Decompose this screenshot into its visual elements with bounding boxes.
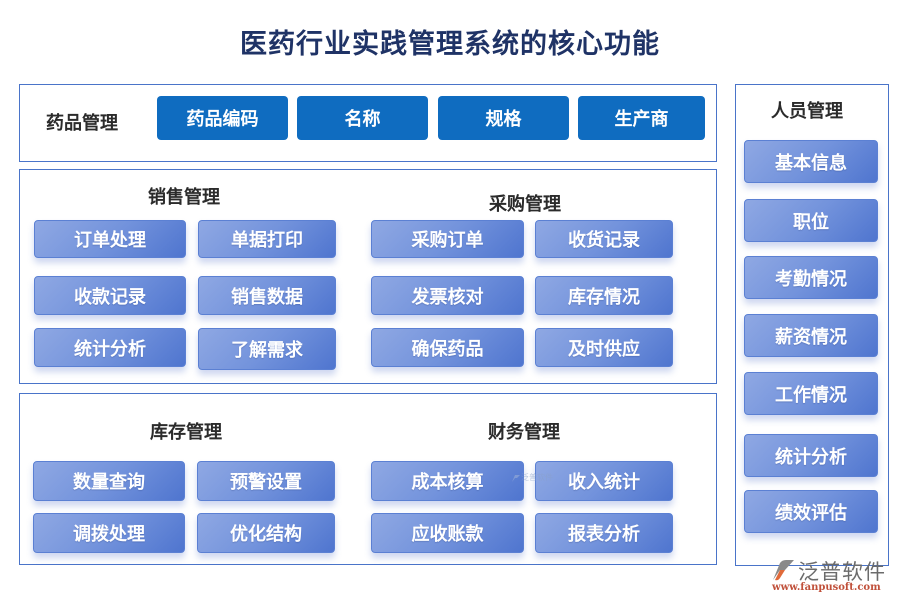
inventory-optimize-structure-button[interactable]: 优化结构 (197, 513, 335, 553)
inventory-quantity-query-button[interactable]: 数量查询 (33, 461, 185, 501)
finance-management-heading: 财务管理 (488, 422, 560, 443)
hr-attendance-button[interactable]: 考勤情况 (744, 256, 878, 299)
purchase-ensure-drugs-button[interactable]: 确保药品 (371, 328, 524, 367)
sales-document-print-button[interactable]: 单据打印 (198, 220, 336, 258)
page-title: 医药行业实践管理系统的核心功能 (240, 29, 660, 60)
sales-management-heading: 销售管理 (148, 187, 220, 208)
inventory-transfer-button[interactable]: 调拨处理 (33, 513, 185, 553)
hr-performance-button[interactable]: 绩效评估 (744, 490, 878, 533)
hr-basic-info-button[interactable]: 基本信息 (744, 140, 878, 183)
inventory-management-heading: 库存管理 (150, 422, 222, 443)
purchase-management-heading: 采购管理 (489, 194, 561, 215)
drug-management-heading: 药品管理 (46, 113, 118, 134)
purchase-timely-supply-button[interactable]: 及时供应 (535, 328, 673, 367)
inventory-alert-settings-button[interactable]: 预警设置 (197, 461, 335, 501)
sales-data-button[interactable]: 销售数据 (198, 276, 336, 315)
finance-cost-accounting-button[interactable]: 成本核算 (371, 461, 524, 501)
purchase-stock-status-button[interactable]: 库存情况 (535, 276, 673, 315)
hr-salary-button[interactable]: 薪资情况 (744, 314, 878, 357)
purchase-invoice-check-button[interactable]: 发票核对 (371, 276, 524, 315)
drug-spec-button[interactable]: 规格 (438, 96, 569, 140)
hr-position-button[interactable]: 职位 (744, 199, 878, 242)
inventory-finance-panel: 库存管理 数量查询 预警设置 调拨处理 优化结构 财务管理 成本核算 收入统计 … (19, 393, 717, 565)
drug-management-panel: 药品管理 药品编码 名称 规格 生产商 (19, 84, 717, 162)
fanpu-logo-icon (773, 560, 794, 581)
hr-statistics-button[interactable]: 统计分析 (744, 434, 878, 477)
drug-name-button[interactable]: 名称 (297, 96, 428, 140)
sales-understand-demand-button[interactable]: 了解需求 (198, 328, 336, 370)
hr-work-status-button[interactable]: 工作情况 (744, 372, 878, 415)
drug-manufacturer-button[interactable]: 生产商 (578, 96, 705, 140)
hr-management-panel: 人员管理 基本信息 职位 考勤情况 薪资情况 工作情况 统计分析 绩效评估 (735, 84, 889, 566)
sales-payment-record-button[interactable]: 收款记录 (34, 276, 186, 315)
finance-income-stats-button[interactable]: 收入统计 (535, 461, 673, 501)
sales-purchase-panel: 销售管理 订单处理 单据打印 收款记录 销售数据 统计分析 了解需求 采购管理 … (19, 169, 717, 384)
fanpu-logo: 泛普软件 www.fanpusoft.com (770, 556, 895, 598)
finance-receivables-button[interactable]: 应收账款 (371, 513, 524, 553)
sales-order-processing-button[interactable]: 订单处理 (34, 220, 186, 258)
purchase-order-button[interactable]: 采购订单 (371, 220, 524, 258)
hr-management-heading: 人员管理 (771, 101, 843, 122)
logo-url: www.fanpusoft.com (772, 582, 881, 593)
sales-statistics-button[interactable]: 统计分析 (34, 328, 186, 367)
drug-code-button[interactable]: 药品编码 (157, 96, 288, 140)
finance-report-analysis-button[interactable]: 报表分析 (535, 513, 673, 553)
purchase-receipt-record-button[interactable]: 收货记录 (535, 220, 673, 258)
